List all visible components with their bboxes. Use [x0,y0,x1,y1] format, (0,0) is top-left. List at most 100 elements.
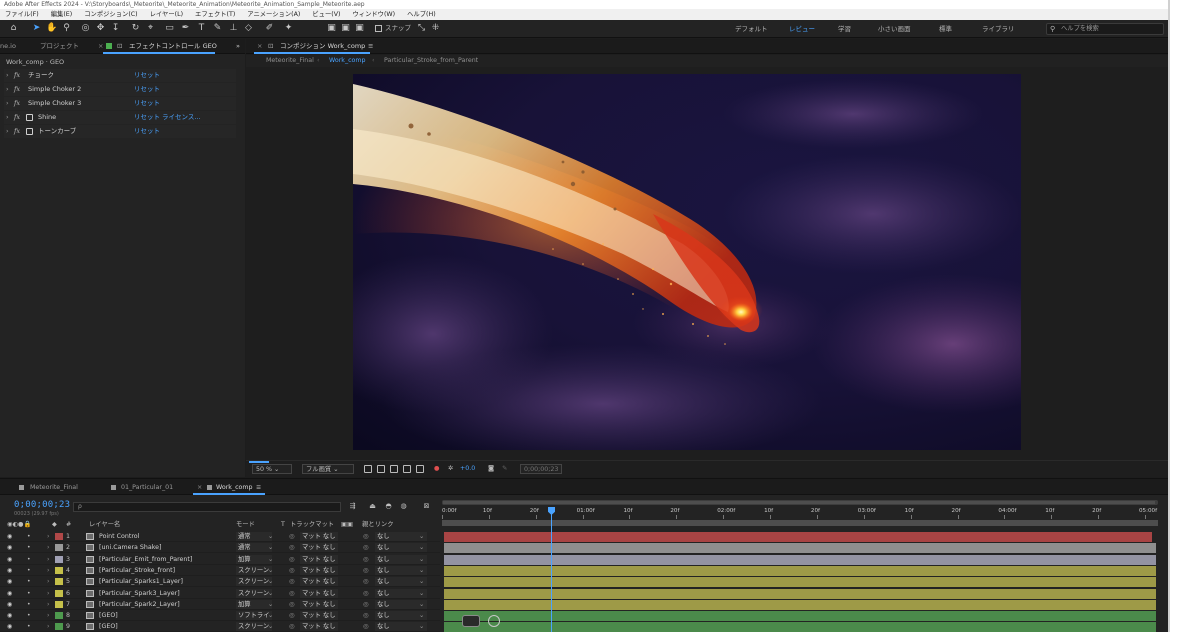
timeline-search-input[interactable]: ρ [73,502,341,512]
trackmatte-link-icon[interactable]: ◎ [289,554,295,565]
visibility-icon[interactable]: ◉ [7,610,12,621]
workspace-item[interactable]: 小さい画面 [878,24,911,34]
region-of-interest-icon[interactable] [403,465,411,473]
panel-menu-icon[interactable]: » [236,42,240,51]
current-time-indicator[interactable] [551,508,552,632]
blend-mode-select[interactable]: スクリーン [236,577,272,587]
chevron-down-icon[interactable]: ⌄ [419,599,424,610]
chevron-down-icon[interactable]: ⌄ [268,610,273,621]
workspace-item[interactable]: ライブラリ [982,24,1015,34]
fx-toggle-icon[interactable]: fx [14,97,20,110]
effect-row[interactable]: › fx Shine リセット ライセンス... [4,111,236,124]
layer-row[interactable]: ◉ • › 8 [GEO] ソフトライ ⌄ ◎ マット なし ◎ なし ⌄ [0,610,440,622]
label-color-icon[interactable] [55,589,63,597]
chevron-down-icon[interactable]: ⌄ [419,542,424,553]
trackmatte-link-icon[interactable]: ◎ [289,565,295,576]
layer-row[interactable]: ◉ • › 9 [GEO] スクリーン ⌄ ◎ マット なし ◎ なし ⌄ [0,621,440,632]
pick-whip-icon[interactable]: ◎ [363,576,369,587]
layer-name[interactable]: [Particular_Spark2_Layer] [99,599,180,610]
solo-icon[interactable]: • [27,621,31,632]
transparency-grid-icon[interactable] [377,465,385,473]
close-comp-tab-icon[interactable]: × [257,42,262,51]
trackmatte-select[interactable]: マット なし [300,554,338,564]
solo-icon[interactable]: • [27,554,31,565]
trackmatte-link-icon[interactable]: ◎ [289,588,295,599]
workspace-item[interactable]: レビュー [789,24,815,34]
resolution-select[interactable]: フル画質 ⌄ [302,464,354,474]
close-tab-icon[interactable]: × [98,42,103,51]
trackmatte-select[interactable]: マット なし [300,565,338,575]
help-search-input[interactable]: ⚲ ヘルプを検索 [1046,23,1164,35]
pick-whip-icon[interactable]: ◎ [363,621,369,632]
license-link[interactable]: ライセンス... [162,111,201,124]
chevron-down-icon[interactable]: ⌄ [268,565,273,576]
workspace-item[interactable]: デフォルト [735,24,768,34]
snapshot-icon[interactable]: ◙ [488,464,494,474]
blend-mode-select[interactable]: ソフトライ [236,611,272,621]
comp-lock-icon[interactable]: ⊡ [268,42,273,51]
layer-row[interactable]: ◉ • › 6 [Particular_Spark3_Layer] スクリーン ⌄ ◎ マット … [0,588,440,599]
blend-mode-select[interactable]: 加算 [236,554,272,564]
layer-row[interactable]: ◉ • › 7 [Particular_Spark2_Layer] 加算 ⌄ ◎ マット なし ◎… [0,599,440,610]
orbit-camera-icon[interactable]: ◎ [80,23,91,34]
trackmatte-link-icon[interactable]: ◎ [289,531,295,542]
pick-whip-icon[interactable]: ◎ [363,554,369,565]
effect-row[interactable]: › fx Simple Choker 3 リセット [4,97,236,110]
visibility-icon[interactable]: ◉ [7,554,12,565]
layer-name[interactable]: Point Control [99,531,139,542]
pick-whip-icon[interactable]: ◎ [363,531,369,542]
tab-partial[interactable]: ne.io [0,42,16,51]
blend-mode-select[interactable]: 通常 [236,543,272,553]
time-navigator[interactable] [442,500,1158,505]
close-timeline-tab-icon[interactable]: × [197,483,202,492]
pick-whip-icon[interactable]: ◎ [363,542,369,553]
fx-toggle-icon[interactable]: fx [14,111,20,124]
fx-toggle-icon[interactable]: fx [14,83,20,96]
clone-stamp-tool-icon[interactable]: ⊥ [228,23,239,34]
solo-icon[interactable]: • [27,565,31,576]
visibility-icon[interactable]: ◉ [7,621,12,632]
mask-visibility-icon[interactable] [390,465,398,473]
layer-row[interactable]: ◉ • › 5 [Particular_Sparks1_Layer] スクリーン ⌄ ◎ マット… [0,576,440,588]
twirl-icon[interactable]: › [47,576,50,587]
trackmatte-link-icon[interactable]: ◎ [289,576,295,587]
blend-mode-select[interactable]: スクリーン [236,565,272,575]
trackmatte-select[interactable]: マット なし [300,543,338,553]
pick-whip-icon[interactable]: ◎ [363,610,369,621]
trackmatte-select[interactable]: マット なし [300,611,338,621]
local-axis-mode-icon[interactable]: ▣ [326,23,337,34]
visibility-icon[interactable]: ◉ [7,599,12,610]
composition-viewer[interactable] [353,74,1021,450]
label-color-icon[interactable] [55,600,63,608]
flowchart-item[interactable]: Meteorite_Final [266,55,314,67]
layer-name[interactable]: [GEO] [99,621,118,632]
solo-icon[interactable]: • [27,531,31,542]
viewer-timecode[interactable]: 0;00;00;23 [520,464,563,474]
trackmatte-select[interactable]: マット なし [300,577,338,587]
rectangle-tool-icon[interactable]: ▭ [164,23,175,34]
trackmatte-header[interactable]: トラックマット [290,519,334,530]
snap-grid-icon[interactable]: ⁜ [430,23,441,34]
layer-name[interactable]: [Particular_Stroke_front] [99,565,175,576]
mode-header[interactable]: モード [236,519,255,530]
solo-icon[interactable]: • [27,599,31,610]
label-color-icon[interactable] [55,612,63,620]
visibility-icon[interactable]: ◉ [7,588,12,599]
view-axis-mode-icon[interactable]: ▣ [354,23,365,34]
draft-3d-icon[interactable]: ⏏ [368,502,377,511]
world-axis-mode-icon[interactable]: ▣ [340,23,351,34]
comp-panel-menu-icon[interactable]: ≡ [368,42,373,51]
hand-tool-icon[interactable]: ✋ [46,23,57,34]
label-color-icon[interactable] [55,578,63,586]
chevron-down-icon[interactable]: ⌄ [268,588,273,599]
menu-item[interactable]: 編集(E) [51,11,73,18]
menu-item[interactable]: アニメーション(A) [247,11,300,18]
tab-particular-01[interactable]: 01_Particular_01 [121,483,173,492]
blend-mode-select[interactable]: 通常 [236,532,272,541]
layer-row[interactable]: ◉ • › 1 Point Control 通常 ⌄ ◎ マット なし ◎ なし ⌄ [0,531,440,542]
trackmatte-select[interactable]: マット なし [300,622,338,632]
layer-name-header[interactable]: レイヤー名 [89,519,120,530]
tab-work-comp[interactable]: Work_comp [216,483,253,492]
graph-editor-icon[interactable]: ⊠ [422,502,431,511]
workspace-item[interactable]: 学習 [838,24,851,34]
